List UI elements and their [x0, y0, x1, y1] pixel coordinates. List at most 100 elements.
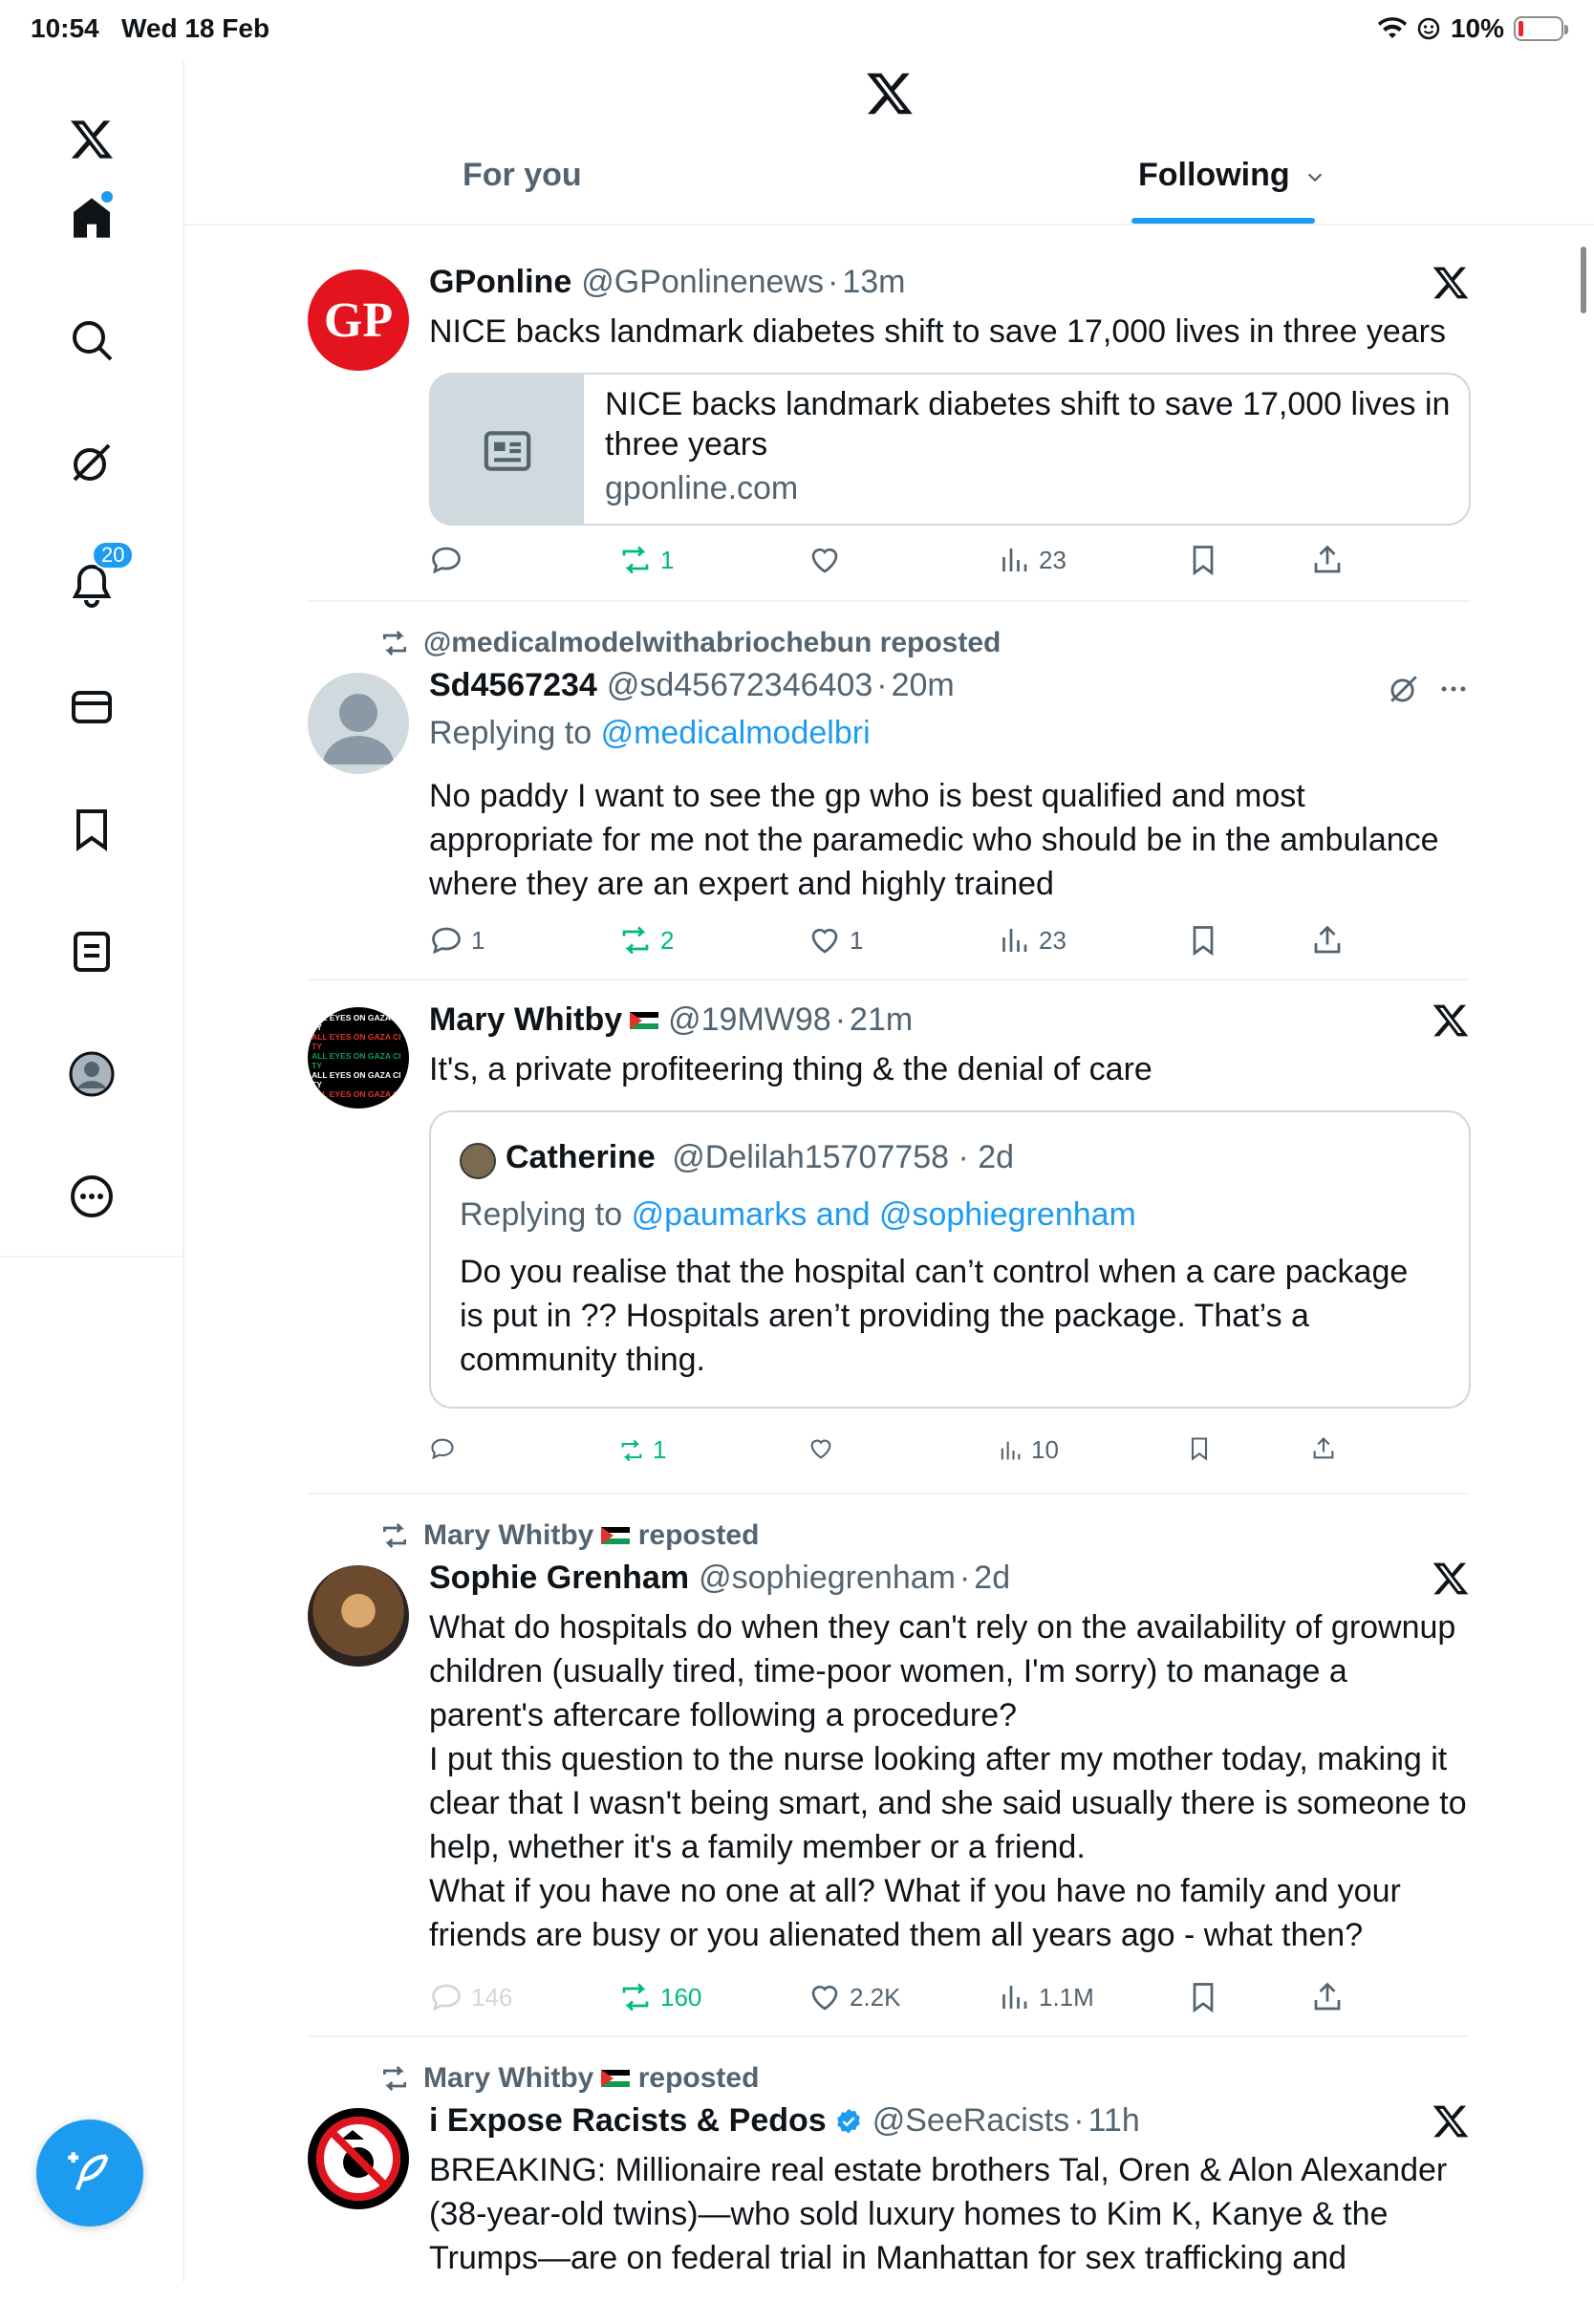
sidebar-item-bookmarks[interactable]: [61, 799, 122, 860]
more-icon[interactable]: [1437, 673, 1470, 705]
profile-avatar-icon: [69, 1051, 115, 1097]
views-button[interactable]: 23: [997, 543, 1066, 577]
like-button[interactable]: [808, 543, 850, 577]
x-badge-icon[interactable]: [1432, 1001, 1470, 1040]
sidebar-item-lists[interactable]: [61, 921, 122, 982]
bookmark-button[interactable]: [1186, 1435, 1213, 1462]
quote-tweet[interactable]: Catherine @Delilah15707758 · 2d Replying…: [429, 1110, 1471, 1409]
x-logo-icon[interactable]: [865, 69, 915, 118]
grok-icon[interactable]: [1388, 673, 1420, 705]
reposted-by-text[interactable]: @medicalmodelwithabriochebun reposted: [423, 627, 1001, 659]
repost-button[interactable]: 1: [618, 543, 674, 577]
like-button[interactable]: [808, 1435, 842, 1462]
sidebar-item-messages[interactable]: [61, 677, 122, 738]
author-name[interactable]: Mary Whitby: [429, 1001, 622, 1039]
author-name[interactable]: GPonline: [429, 264, 571, 301]
x-logo-icon[interactable]: [61, 109, 122, 170]
sidebar-item-grok[interactable]: [61, 432, 122, 493]
share-icon: [1313, 1437, 1334, 1459]
tab-following[interactable]: Following: [1138, 157, 1325, 194]
palestine-flag-icon: [601, 2070, 631, 2087]
author-name[interactable]: i Expose Racists & Pedos: [429, 2102, 827, 2140]
author-handle[interactable]: @sd45672346403: [607, 667, 872, 704]
avatar[interactable]: GP: [308, 269, 409, 371]
author-name[interactable]: Sophie Grenham: [429, 1560, 689, 1597]
sidebar-item-profile[interactable]: [61, 1044, 122, 1105]
views-button[interactable]: 1.1M: [997, 1980, 1094, 2014]
like-button[interactable]: 2.2K: [808, 1980, 901, 2014]
tab-for-you[interactable]: For you: [463, 157, 582, 194]
share-button[interactable]: [1310, 1980, 1345, 2014]
author-handle[interactable]: @GPonlinenews: [581, 264, 824, 301]
reply-mention-link[interactable]: @medicalmodelbri: [601, 715, 871, 751]
grok-icon: [73, 443, 111, 482]
tweet[interactable]: Mary Whitby reposted i Expose Racists & …: [308, 2037, 1470, 2324]
sidebar-item-notifications[interactable]: 20: [61, 541, 135, 615]
quote-avatar[interactable]: [460, 1143, 496, 1179]
author-name[interactable]: Sd4567234: [429, 667, 597, 704]
heart-icon: [811, 548, 838, 573]
author-handle[interactable]: @sophiegrenham: [699, 1560, 956, 1597]
tweet[interactable]: @medicalmodelwithabriochebun reposted Sd…: [308, 602, 1470, 980]
tweet-actions: 1 2 1 23: [429, 923, 1471, 961]
reply-button[interactable]: [429, 543, 471, 577]
tweet[interactable]: GP GPonline @GPonlinenews · 13m NICE bac…: [308, 239, 1471, 602]
tweet[interactable]: Mary Whitby reposted Sophie Grenham @sop…: [308, 1495, 1470, 2037]
views-icon: [1002, 1986, 1027, 2009]
quote-author-name[interactable]: Catherine: [506, 1139, 656, 1175]
like-button[interactable]: 1: [808, 923, 863, 958]
share-button[interactable]: [1310, 1435, 1337, 1462]
tweet-header: i Expose Racists & Pedos @SeeRacists · 1…: [429, 2102, 1140, 2140]
repost-button[interactable]: 160: [618, 1980, 701, 2014]
reposted-by-name[interactable]: Mary Whitby: [423, 1519, 593, 1552]
author-handle[interactable]: @19MW98: [668, 1001, 831, 1039]
reply-icon: [432, 927, 461, 955]
bookmark-button[interactable]: [1186, 923, 1220, 958]
share-button[interactable]: [1310, 543, 1345, 577]
views-button[interactable]: 10: [997, 1435, 1059, 1465]
timeline: GP GPonline @GPonlinenews · 13m NICE bac…: [308, 239, 1471, 2324]
sidebar-item-more[interactable]: [61, 1166, 122, 1227]
sidebar-item-explore[interactable]: [61, 310, 122, 371]
x-badge-icon[interactable]: [1432, 1560, 1470, 1598]
bookmark-button[interactable]: [1186, 543, 1220, 577]
reply-button[interactable]: [429, 1435, 463, 1462]
avatar[interactable]: ALL EYES ON GAZA CITY ALL EYES ON GAZA CI…: [308, 1007, 409, 1108]
views-button[interactable]: 23: [997, 923, 1066, 958]
quote-author-handle[interactable]: @Delilah15707758: [672, 1139, 949, 1175]
quote-time[interactable]: 2d: [978, 1139, 1014, 1175]
tweet-time[interactable]: 13m: [842, 264, 905, 301]
reply-button[interactable]: 146: [429, 1980, 512, 2014]
quote-mention-link[interactable]: @paumarks and @sophiegrenham: [632, 1196, 1136, 1233]
palestine-flag-icon: [601, 1527, 631, 1544]
link-card-title: NICE backs landmark diabetes shift to sa…: [605, 386, 1451, 463]
avatar[interactable]: [308, 673, 409, 774]
tweet-time[interactable]: 11h: [1088, 2102, 1140, 2140]
link-card[interactable]: NICE backs landmark diabetes shift to sa…: [429, 373, 1471, 526]
tweet-time[interactable]: 2d: [974, 1560, 1010, 1597]
x-badge-icon[interactable]: [1432, 2102, 1470, 2141]
scrollbar[interactable]: [1581, 247, 1586, 313]
tweet-text: What do hospitals do when they can't rel…: [429, 1609, 1467, 1953]
avatar[interactable]: [308, 2108, 409, 2209]
compose-button[interactable]: [36, 2120, 143, 2227]
repost-icon: [383, 2066, 406, 2091]
search-icon: [73, 321, 113, 361]
avatar[interactable]: [308, 1565, 409, 1667]
sidebar-item-home[interactable]: [61, 187, 122, 248]
author-handle[interactable]: @SeeRacists: [872, 2102, 1069, 2140]
reposted-by-name[interactable]: Mary Whitby: [423, 2062, 593, 2095]
repost-button[interactable]: 2: [618, 923, 674, 958]
tweet-time[interactable]: 21m: [850, 1001, 913, 1039]
share-button[interactable]: [1310, 923, 1345, 958]
verified-badge-icon: [836, 2108, 860, 2133]
heart-icon: [811, 928, 838, 954]
bookmark-button[interactable]: [1186, 1980, 1220, 2014]
share-icon: [1314, 1982, 1341, 2011]
tweet[interactable]: ALL EYES ON GAZA CITY ALL EYES ON GAZA CI…: [308, 980, 1471, 1495]
tweet-text: No paddy I want to see the gp who is bes…: [429, 778, 1439, 902]
reply-button[interactable]: 1: [429, 923, 485, 958]
repost-button[interactable]: 1: [618, 1435, 666, 1465]
x-badge-icon[interactable]: [1432, 264, 1470, 302]
tweet-time[interactable]: 20m: [892, 667, 955, 704]
